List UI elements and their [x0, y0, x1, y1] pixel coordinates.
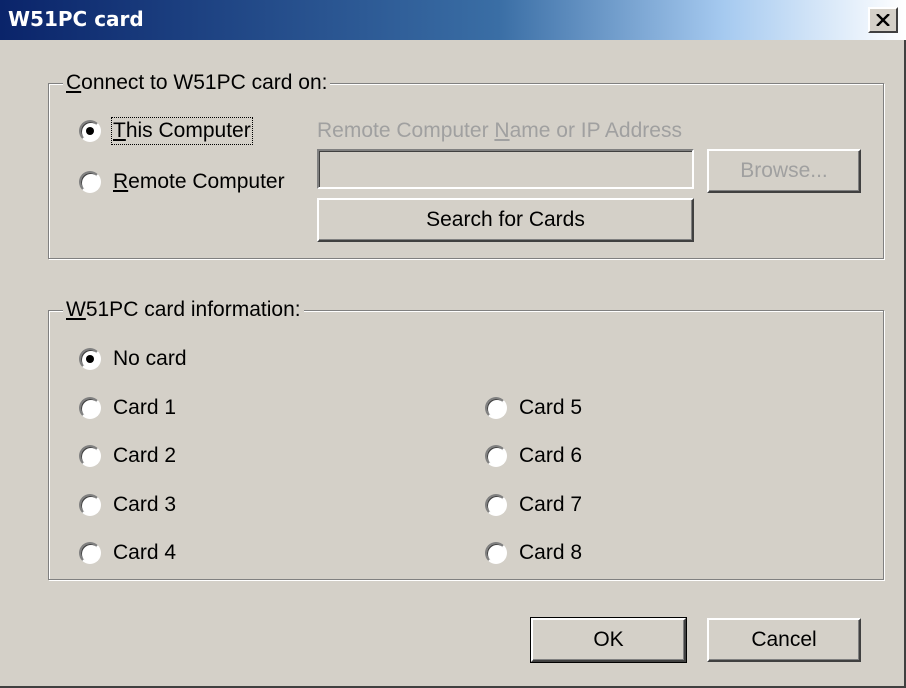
card-7-label: Card 7: [519, 493, 583, 516]
radio-this-computer-circle[interactable]: [79, 120, 101, 142]
radio-card-2-circle[interactable]: [79, 445, 101, 467]
radio-card-5-circle[interactable]: [485, 397, 507, 419]
radio-card-3-circle[interactable]: [79, 494, 101, 516]
card-6-label: Card 6: [519, 444, 583, 467]
radio-card-4[interactable]: Card 4: [79, 541, 176, 565]
search-for-cards-button[interactable]: Search for Cards: [317, 198, 694, 242]
radio-card-7[interactable]: Card 7: [485, 493, 582, 517]
radio-card-1[interactable]: Card 1: [79, 396, 176, 420]
card-5-label: Card 5: [519, 396, 583, 419]
remote-computer-label: Remote Computer: [113, 170, 285, 193]
card-4-label: Card 4: [113, 541, 177, 564]
card-8-label: Card 8: [519, 541, 583, 564]
connect-group-legend: Connect to W51PC card on:: [63, 71, 331, 95]
card-1-label: Card 1: [113, 396, 177, 419]
radio-card-8-circle[interactable]: [485, 542, 507, 564]
radio-remote-computer[interactable]: Remote Computer: [79, 170, 285, 194]
radio-no-card[interactable]: No card: [79, 347, 187, 371]
remote-name-input[interactable]: [317, 149, 694, 189]
radio-selected-dot: [86, 355, 94, 363]
radio-card-1-circle[interactable]: [79, 397, 101, 419]
card-2-label: Card 2: [113, 444, 177, 467]
radio-remote-computer-circle[interactable]: [79, 171, 101, 193]
close-icon: [876, 14, 890, 26]
title-bar[interactable]: W51PC card: [0, 0, 906, 40]
card-info-group-legend: W51PC card information:: [63, 298, 304, 322]
radio-card-2[interactable]: Card 2: [79, 444, 176, 468]
radio-card-6[interactable]: Card 6: [485, 444, 582, 468]
radio-card-6-circle[interactable]: [485, 445, 507, 467]
radio-no-card-circle[interactable]: [79, 348, 101, 370]
radio-card-5[interactable]: Card 5: [485, 396, 582, 420]
window-title: W51PC card: [8, 7, 144, 31]
radio-card-8[interactable]: Card 8: [485, 541, 582, 565]
radio-selected-dot: [86, 127, 94, 135]
radio-this-computer[interactable]: This Computer: [79, 117, 253, 145]
radio-card-7-circle[interactable]: [485, 494, 507, 516]
remote-name-label: Remote Computer Name or IP Address: [317, 119, 682, 142]
radio-card-4-circle[interactable]: [79, 542, 101, 564]
this-computer-label: This Computer: [111, 117, 253, 145]
close-button[interactable]: [868, 7, 898, 33]
no-card-label: No card: [113, 347, 187, 370]
card-3-label: Card 3: [113, 493, 177, 516]
w51pc-card-dialog: W51PC card Connect to W51PC card on: Thi…: [0, 0, 906, 688]
radio-card-3[interactable]: Card 3: [79, 493, 176, 517]
cancel-button[interactable]: Cancel: [707, 618, 861, 662]
ok-button[interactable]: OK: [530, 617, 687, 663]
browse-button[interactable]: Browse...: [707, 149, 861, 193]
